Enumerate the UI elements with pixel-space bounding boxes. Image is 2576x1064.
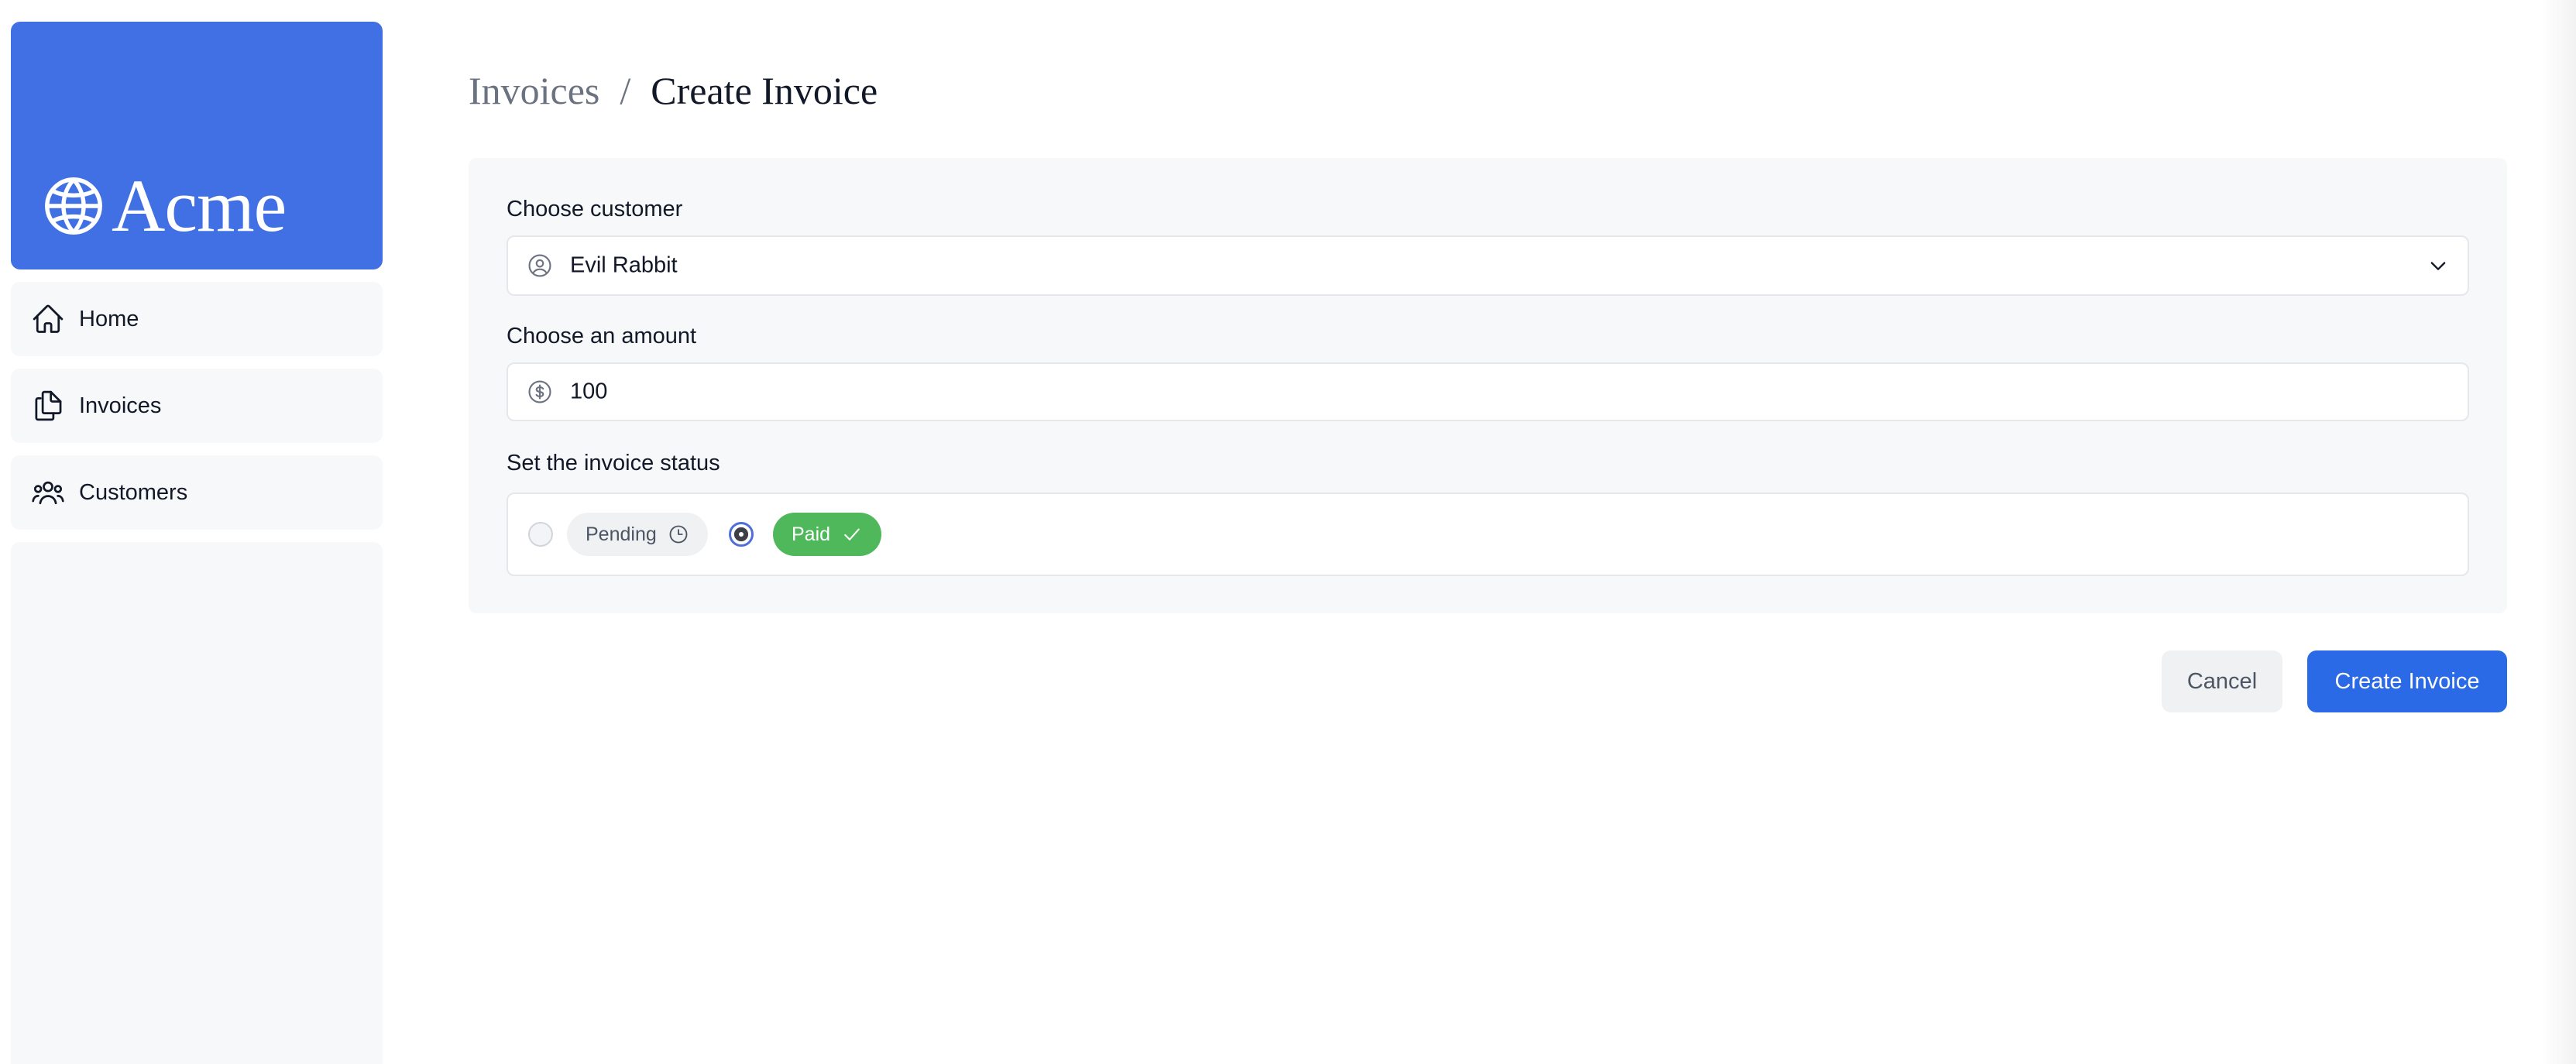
page-title: Create Invoice [651,69,878,112]
status-paid-radio[interactable] [729,522,754,547]
create-invoice-form: Choose customer Evil Rabbit Choose an am… [469,158,2507,613]
status-pending-pill[interactable]: Pending [567,513,708,556]
amount-input[interactable]: 100 [507,362,2469,421]
sidebar-item-label: Home [79,306,139,331]
currency-dollar-icon [527,379,553,405]
sidebar-spacer [11,542,383,1064]
chevron-down-icon[interactable] [2427,255,2449,276]
clock-icon [668,523,689,545]
customer-label: Choose customer [507,197,683,221]
breadcrumb: Invoices / Create Invoice [469,68,878,113]
sidebar-item-home[interactable]: Home [11,282,383,356]
status-radio-group: Pending Paid [507,493,2469,576]
status-label: Set the invoice status [507,451,720,475]
breadcrumb-link-invoices[interactable]: Invoices [469,68,599,113]
user-group-icon [31,475,65,510]
status-paid-pill[interactable]: Paid [773,513,882,556]
sidebar-item-label: Invoices [79,393,162,418]
amount-value: 100 [570,379,608,404]
sidebar-item-invoices[interactable]: Invoices [11,369,383,443]
home-icon [31,302,65,336]
customer-select-value: Evil Rabbit [570,252,678,278]
user-circle-icon [527,252,553,279]
sidebar-item-customers[interactable]: Customers [11,455,383,530]
status-paid-label: Paid [792,523,831,545]
brand-logo-panel[interactable]: Acme [11,22,383,269]
document-duplicate-icon [31,389,65,423]
create-invoice-button[interactable]: Create Invoice [2307,650,2507,712]
globe-icon [42,174,105,238]
amount-label: Choose an amount [507,324,697,348]
sidebar-item-label: Customers [79,479,188,505]
status-pending-label: Pending [586,523,657,545]
check-icon [841,523,863,545]
breadcrumb-separator: / [620,69,631,112]
customer-select[interactable]: Evil Rabbit [507,235,2469,296]
window-edge-shadow [2540,0,2576,1064]
cancel-button[interactable]: Cancel [2162,650,2282,712]
status-pending-radio[interactable] [528,522,553,547]
brand-name: Acme [112,164,287,247]
sidebar: Acme Home Invoices Customers [11,22,383,1064]
